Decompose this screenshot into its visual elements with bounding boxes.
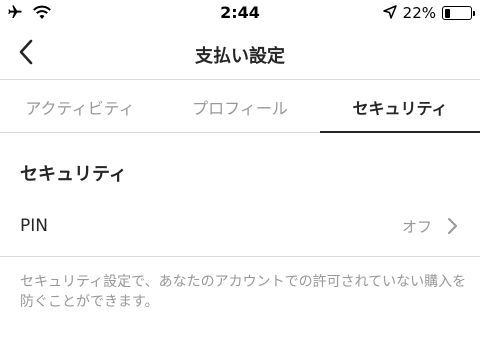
battery-fill	[444, 8, 450, 18]
security-description: セキュリティ設定で、あなたのアカウントでの許可されていない購入を防ぐことができま…	[20, 274, 467, 310]
status-bar: 2:44 22%	[0, 0, 480, 28]
nav-bar: 支払い設定	[0, 28, 480, 80]
pin-label: PIN	[20, 216, 48, 236]
tab-security[interactable]: セキュリティ	[320, 81, 480, 133]
tab-profile[interactable]: プロフィール	[160, 81, 320, 132]
chevron-right-icon	[444, 216, 460, 236]
divider	[0, 256, 480, 257]
tab-bar: アクティビティ プロフィール セキュリティ	[0, 81, 480, 133]
pin-status: オフ	[401, 217, 432, 236]
status-right-icons: 22%	[382, 3, 475, 23]
page-title: 支払い設定	[195, 46, 285, 67]
location-arrow-icon	[382, 4, 397, 23]
section-title: セキュリティ	[20, 164, 127, 185]
battery-percent: 22%	[402, 4, 436, 22]
pin-row[interactable]: PIN オフ	[0, 200, 480, 252]
tab-activity[interactable]: アクティビティ	[0, 81, 160, 132]
battery-icon	[442, 6, 475, 20]
